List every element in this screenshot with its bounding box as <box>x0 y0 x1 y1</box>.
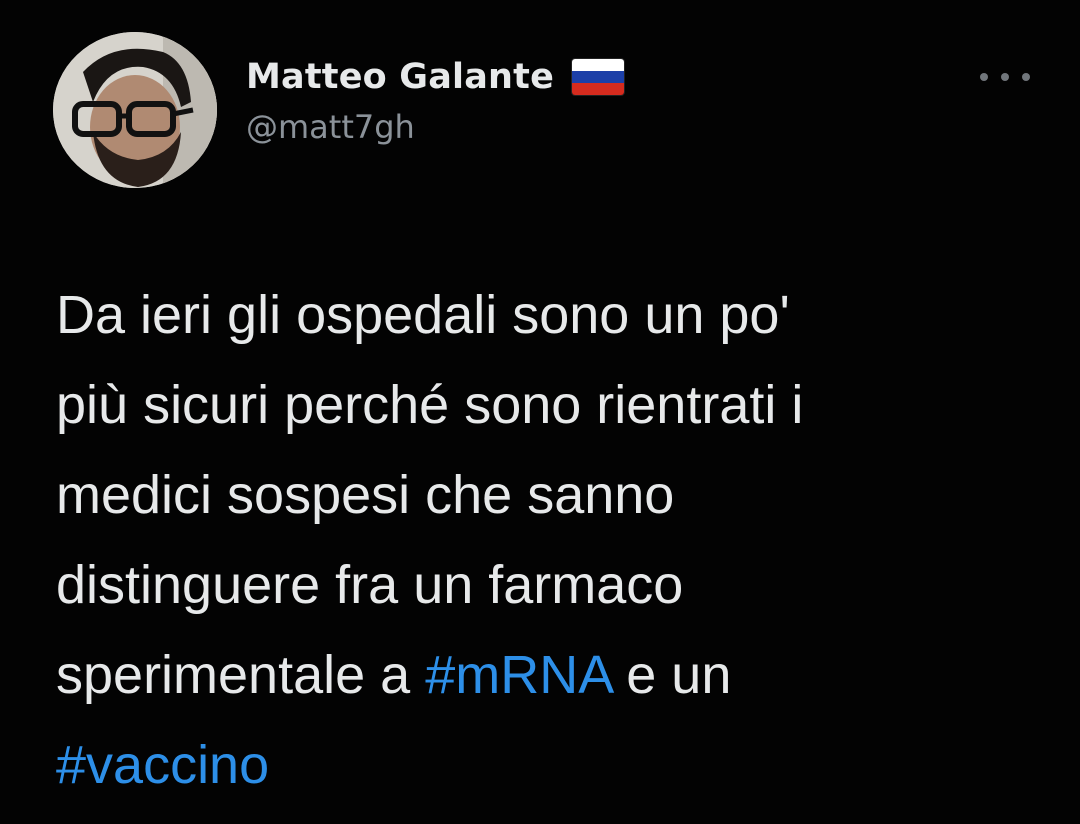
hashtag-link-vaccino[interactable]: #vaccino <box>56 735 269 795</box>
tweet-text: Da ieri gli ospedali sono un po' più sic… <box>56 270 1046 810</box>
tweet-text-line: Da ieri gli ospedali sono un po' <box>56 285 790 345</box>
tweet-text-line: #vaccino <box>56 720 1046 810</box>
more-options-icon[interactable] <box>980 62 1030 92</box>
user-handle[interactable]: @matt7gh <box>246 108 415 146</box>
avatar-image <box>53 32 217 188</box>
tweet-text-segment: e un <box>611 645 732 705</box>
dot <box>1001 73 1009 81</box>
display-name-row: Matteo Galante <box>246 52 625 102</box>
dot <box>980 73 988 81</box>
tweet-card: Matteo Galante @matt7gh Da ieri gli ospe… <box>0 0 1080 824</box>
tweet-text-line: distinguere fra un farmaco <box>56 555 684 615</box>
flag-stripe-red <box>572 83 625 95</box>
tweet-text-segment: sperimentale a <box>56 645 426 705</box>
tweet-text-line: medici sospesi che sanno <box>56 465 675 525</box>
flag-stripe-white <box>572 59 625 71</box>
dot <box>1022 73 1030 81</box>
avatar[interactable] <box>53 32 217 188</box>
hashtag-link-mrna[interactable]: #mRNA <box>425 645 611 705</box>
russian-flag-icon <box>572 59 625 95</box>
display-name[interactable]: Matteo Galante <box>246 57 554 97</box>
tweet-text-line: più sicuri perché sono rientrati i <box>56 375 804 435</box>
tweet-text-line: sperimentale a #mRNA e un <box>56 630 1046 720</box>
flag-stripe-blue <box>572 71 625 83</box>
